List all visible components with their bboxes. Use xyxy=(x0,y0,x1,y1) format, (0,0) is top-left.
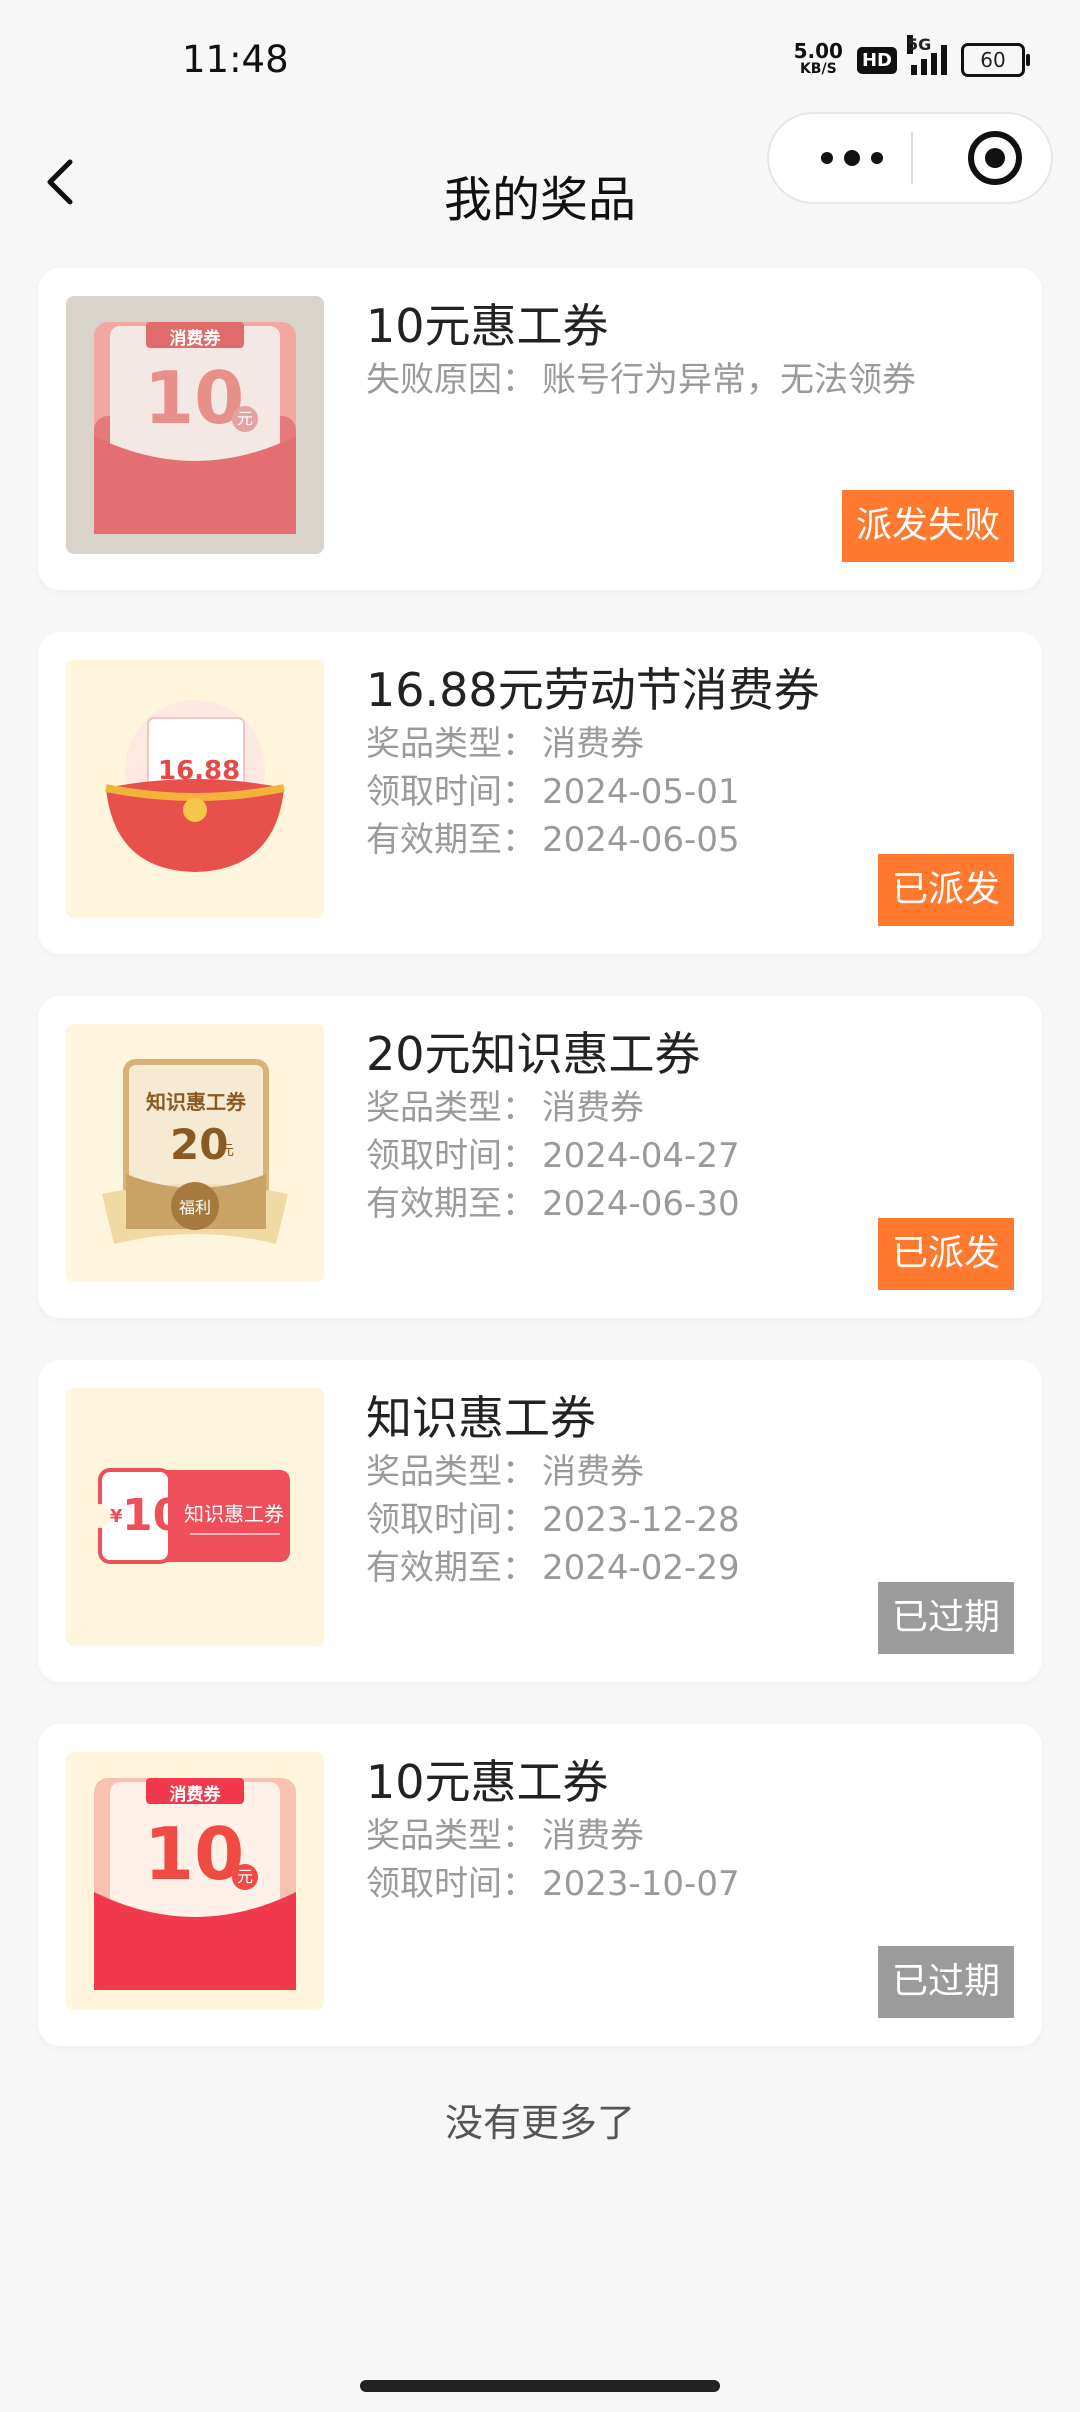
status-badge: 已过期 xyxy=(877,1946,1014,2018)
thumb-seal: 福利 xyxy=(178,1198,211,1217)
thumb-label: 知识惠工券 xyxy=(146,1090,246,1114)
prize-title: 知识惠工券 xyxy=(366,1391,596,1445)
claim-time-line: 领取时间： 2024-05-01 xyxy=(366,772,740,812)
status-icons: 5.00 KB/S HD 5G 60 xyxy=(793,35,1030,82)
fail-reason-line: 失败原因： 账号行为异常，无法领券 xyxy=(366,360,916,400)
claim-time-line: 领取时间： 2024-04-27 xyxy=(366,1136,740,1176)
mini-program-capsule xyxy=(767,112,1053,204)
prize-thumbnail: 消费券 10 元 xyxy=(66,1752,324,2010)
thumb-unit: 元 xyxy=(232,406,258,432)
prize-info: 20元知识惠工券 奖品类型： 消费券 领取时间： 2024-04-27 有效期至： 2… xyxy=(366,1024,1022,1228)
thumb-amount: 10 xyxy=(122,1490,184,1541)
prize-card[interactable]: ¥ 10 知识惠工券 知识惠工券 奖品类型： 消费券 领取时间： 2023-12-2… xyxy=(38,1360,1042,1682)
target-close-icon xyxy=(968,131,1022,185)
prize-title: 20元知识惠工券 xyxy=(366,1027,701,1081)
status-time: 11:48 xyxy=(182,38,289,81)
home-indicator[interactable] xyxy=(360,2380,720,2392)
prize-info: 16.88元劳动节消费券 奖品类型： 消费券 领取时间： 2024-05-01 有效… xyxy=(366,660,1022,864)
thumb-label: 消费券 xyxy=(169,1785,221,1805)
thumb-unit: 元 xyxy=(232,1864,258,1890)
more-dots-icon xyxy=(821,150,883,166)
status-badge: 已过期 xyxy=(877,1582,1014,1654)
prize-thumbnail: 消费券 10 元 xyxy=(66,296,324,554)
network-speed: 5.00 KB/S xyxy=(793,39,843,77)
thumb-amount: 10 xyxy=(144,1812,245,1896)
signal-icon: 5G xyxy=(907,35,947,75)
close-button[interactable] xyxy=(951,114,1039,202)
claim-time-line: 领取时间： 2023-10-07 xyxy=(366,1864,740,1904)
thumb-label: 消费券 xyxy=(169,329,221,349)
prize-info: 知识惠工券 奖品类型： 消费券 领取时间： 2023-12-28 有效期至： 2024… xyxy=(366,1388,1022,1592)
prize-card[interactable]: 消费券 10 元 10元惠工券 失败原因： 账号行为异常，无法领券 派发失败 xyxy=(38,268,1042,590)
prize-card[interactable]: 消费券 10 元 10元惠工券 奖品类型： 消费券 领取时间： 2023-10-07… xyxy=(38,1724,1042,2046)
prize-thumbnail: 知识惠工券 20 元 福利 xyxy=(66,1024,324,1282)
prize-card[interactable]: 知识惠工券 20 元 福利 20元知识惠工券 奖品类型： 消费券 领取时间： 202… xyxy=(38,996,1042,1318)
prize-type-line: 奖品类型： 消费券 xyxy=(366,1088,644,1128)
thumb-amount: 16.88 xyxy=(158,756,241,786)
prize-type-line: 奖品类型： 消费券 xyxy=(366,724,644,764)
capsule-divider xyxy=(911,132,913,184)
thumb-amount: 10 xyxy=(144,356,245,440)
prize-type-line: 奖品类型： 消费券 xyxy=(366,1816,644,1856)
status-badge: 已派发 xyxy=(877,1218,1014,1290)
prize-info: 10元惠工券 失败原因： 账号行为异常，无法领券 xyxy=(366,296,1022,404)
claim-time-line: 领取时间： 2023-12-28 xyxy=(366,1500,740,1540)
prize-info: 10元惠工券 奖品类型： 消费券 领取时间： 2023-10-07 xyxy=(366,1752,1022,1908)
prize-title: 16.88元劳动节消费券 xyxy=(366,663,820,717)
no-more-text: 没有更多了 xyxy=(444,2101,635,2145)
prize-type-line: 奖品类型： 消费券 xyxy=(366,1452,644,1492)
battery-icon: 60 xyxy=(961,43,1030,77)
more-button[interactable] xyxy=(797,114,907,202)
prize-thumbnail: 16.88 xyxy=(66,660,324,918)
thumb-unit: 元 xyxy=(220,1143,234,1159)
hd-icon: HD xyxy=(856,46,897,74)
prize-title: 10元惠工券 xyxy=(366,1755,609,1809)
thumb-label: 知识惠工券 xyxy=(184,1502,284,1526)
status-badge: 已派发 xyxy=(877,854,1014,926)
prize-thumbnail: ¥ 10 知识惠工券 xyxy=(66,1388,324,1646)
status-bar: 11:48 5.00 KB/S HD 5G 60 xyxy=(0,0,1080,120)
network-type: 5G xyxy=(907,35,932,54)
prize-title: 10元惠工券 xyxy=(366,299,609,353)
prize-card[interactable]: 16.88 16.88元劳动节消费券 奖品类型： 消费券 领取时间： 2024-05… xyxy=(38,632,1042,954)
thumb-currency: ¥ xyxy=(110,1506,123,1527)
status-badge: 派发失败 xyxy=(841,490,1014,562)
